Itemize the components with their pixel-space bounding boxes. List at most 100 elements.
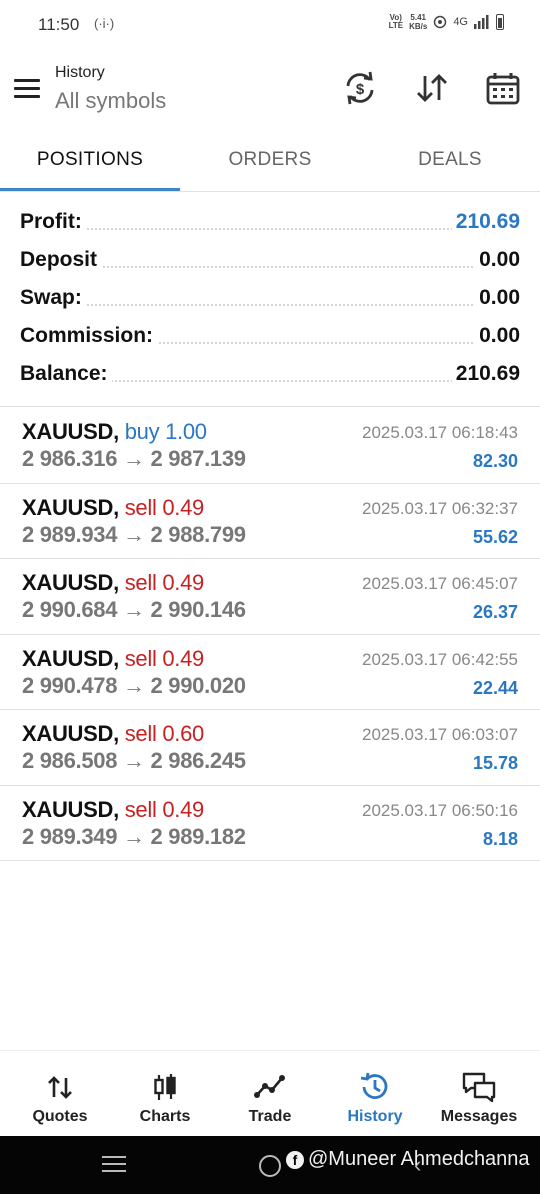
- status-bar: 11:50 (·i·) Vo) LTE 5.41 KB/s 4G: [0, 0, 540, 50]
- summary-row-balance: Balance: 210.69: [0, 356, 540, 394]
- quotes-icon: [48, 1076, 72, 1099]
- calendar-icon[interactable]: [485, 70, 521, 106]
- trade-profit: 55.62: [472, 526, 518, 547]
- summary-label: Profit:: [20, 210, 86, 234]
- dotted-leader: [20, 228, 520, 230]
- trade-time: 2025.03.17 06:50:16: [362, 800, 518, 820]
- trade-profit: 22.44: [472, 677, 518, 698]
- nav-label: History: [347, 1108, 403, 1125]
- nav-label: Charts: [139, 1108, 191, 1125]
- trade-prices: 2 989.349 → 2 989.182: [22, 823, 246, 849]
- nav-messages[interactable]: Messages: [425, 1051, 533, 1137]
- tab-deals[interactable]: DEALS: [360, 138, 540, 192]
- tab-orders[interactable]: ORDERS: [180, 138, 360, 192]
- list-item[interactable]: XAUUSD, buy 1.00 2 986.316 → 2 987.139 2…: [0, 408, 540, 484]
- volte-indicator: Vo) LTE: [388, 13, 404, 30]
- app-header: History All symbols $: [0, 58, 540, 128]
- trade-side: buy 1.00: [124, 419, 207, 444]
- nav-quotes[interactable]: Quotes: [6, 1051, 114, 1137]
- menu-icon[interactable]: [14, 79, 40, 99]
- system-navigation-bar: ‹ f @Muneer Ahmedchanna: [0, 1136, 540, 1194]
- svg-text:$: $: [356, 81, 365, 98]
- trade-symbol: XAUUSD, buy 1.00: [22, 419, 207, 444]
- trade-symbol: XAUUSD, sell 0.49: [22, 494, 205, 520]
- summary-row-profit: Profit: 210.69: [0, 204, 540, 242]
- trade-prices: 2 986.316 → 2 987.139: [22, 446, 246, 471]
- trade-prices: 2 989.934 → 2 988.799: [22, 521, 246, 547]
- nav-charts[interactable]: Charts: [111, 1051, 219, 1137]
- trade-profit: 82.30: [472, 451, 518, 471]
- summary-value: 0.00: [475, 248, 520, 272]
- trade-time: 2025.03.17 06:42:55: [362, 649, 518, 669]
- summary-label: Deposit: [20, 248, 102, 272]
- trade-side: sell 0.49: [124, 570, 205, 595]
- hotspot-icon: (·i·): [94, 16, 115, 31]
- recent-apps-icon[interactable]: [102, 1156, 126, 1177]
- list-item[interactable]: XAUUSD, sell 0.49 2 990.684 → 2 990.146 …: [0, 559, 540, 635]
- nav-history[interactable]: History: [321, 1051, 429, 1137]
- summary-value: 210.69: [451, 362, 520, 386]
- summary-label: Balance:: [20, 362, 112, 386]
- trade-side: sell 0.49: [124, 796, 205, 822]
- trade-symbol: XAUUSD, sell 0.49: [22, 570, 205, 595]
- trade-prices: 2 990.478 → 2 990.020: [22, 672, 246, 698]
- nav-trade[interactable]: Trade: [216, 1051, 324, 1137]
- summary-value: 0.00: [475, 324, 520, 348]
- bottom-navigation: Quotes Charts Trade History Messages: [0, 1050, 540, 1136]
- dotted-leader: [20, 304, 520, 306]
- charts-icon: [154, 1074, 176, 1100]
- list-item[interactable]: XAUUSD, sell 0.49 2 990.478 → 2 990.020 …: [0, 635, 540, 710]
- watermark: f @Muneer Ahmedchanna: [286, 1148, 530, 1171]
- trade-profit: 8.18: [482, 828, 518, 849]
- trade-time: 2025.03.17 06:18:43: [362, 423, 518, 442]
- trade-symbol: XAUUSD, sell 0.49: [22, 796, 205, 822]
- trade-prices: 2 986.508 → 2 986.245: [22, 748, 246, 773]
- list-item[interactable]: XAUUSD, sell 0.49 2 989.934 → 2 988.799 …: [0, 484, 540, 559]
- summary-label: Commission:: [20, 324, 158, 348]
- trade-time: 2025.03.17 06:03:07: [362, 725, 518, 744]
- trade-profit: 26.37: [472, 602, 518, 622]
- trade-time: 2025.03.17 06:45:07: [362, 574, 518, 593]
- summary-label: Swap:: [20, 286, 86, 310]
- trade-symbol: XAUUSD, sell 0.60: [22, 721, 205, 746]
- trade-prices: 2 990.684 → 2 990.146: [22, 597, 246, 622]
- network-type: 4G: [453, 16, 468, 28]
- wifi-hotspot-icon: [434, 15, 447, 29]
- summary-row-commission: Commission: 0.00: [0, 318, 540, 356]
- trade-side: sell 0.49: [124, 645, 205, 671]
- account-summary: Profit: 210.69 Deposit 0.00 Swap: 0.00 C…: [0, 204, 540, 394]
- history-icon: [360, 1072, 388, 1099]
- symbol-filter[interactable]: All symbols: [55, 88, 166, 114]
- nav-label: Quotes: [32, 1108, 88, 1125]
- trade-profit: 15.78: [472, 753, 518, 773]
- facebook-icon: f: [286, 1150, 304, 1169]
- network-speed: 5.41 KB/s: [409, 13, 428, 31]
- summary-row-swap: Swap: 0.00: [0, 280, 540, 318]
- summary-value: 0.00: [475, 286, 520, 310]
- sort-icon[interactable]: [414, 70, 450, 106]
- list-item[interactable]: XAUUSD, sell 0.60 2 986.508 → 2 986.245 …: [0, 710, 540, 786]
- history-tabs: POSITIONS ORDERS DEALS: [0, 138, 540, 192]
- page-title: History: [55, 64, 105, 81]
- tab-positions[interactable]: POSITIONS: [0, 138, 180, 192]
- watermark-text: @Muneer Ahmedchanna: [308, 1148, 530, 1170]
- positions-list: XAUUSD, buy 1.00 2 986.316 → 2 987.139 2…: [0, 408, 540, 861]
- status-time: 11:50: [38, 15, 80, 34]
- home-icon[interactable]: [259, 1155, 281, 1177]
- nav-label: Trade: [248, 1108, 292, 1125]
- summary-value: 210.69: [451, 210, 520, 234]
- summary-row-deposit: Deposit 0.00: [0, 242, 540, 280]
- trade-side: sell 0.49: [124, 494, 205, 520]
- trade-time: 2025.03.17 06:32:37: [362, 498, 518, 518]
- signal-icon: [474, 15, 489, 29]
- messages-icon: [462, 1072, 496, 1103]
- trade-side: sell 0.60: [124, 721, 205, 746]
- summary-divider: [0, 406, 540, 407]
- trade-symbol: XAUUSD, sell 0.49: [22, 645, 205, 671]
- battery-icon: [496, 14, 504, 30]
- trade-icon: [254, 1075, 285, 1098]
- list-item[interactable]: XAUUSD, sell 0.49 2 989.349 → 2 989.182 …: [0, 786, 540, 861]
- status-icons: Vo) LTE 5.41 KB/s 4G: [389, 13, 504, 31]
- currency-exchange-icon[interactable]: $: [342, 70, 378, 106]
- tabs-divider: [0, 191, 540, 192]
